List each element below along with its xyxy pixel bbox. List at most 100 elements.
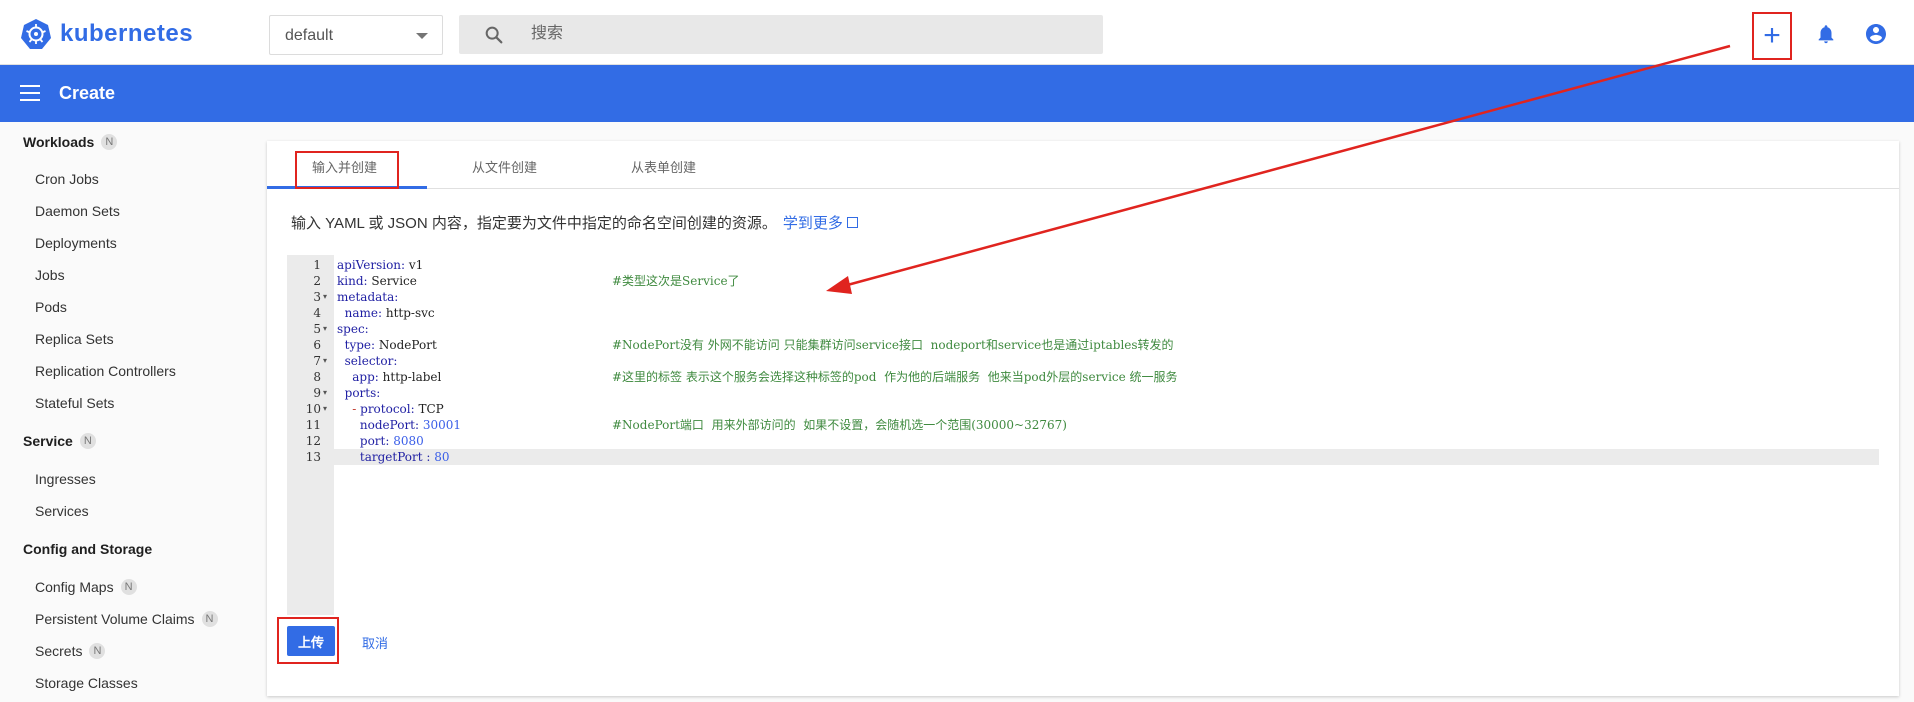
kubernetes-logo[interactable]: kubernetes [20, 17, 193, 51]
item-label: Secrets [35, 643, 83, 659]
sidebar-item-config-maps[interactable]: Config Maps N [35, 579, 137, 595]
editor-line[interactable]: 7 ▾ selector: [287, 353, 1879, 369]
page-title: Create [59, 83, 116, 103]
tab-form-create[interactable]: 从表单创建 [631, 157, 696, 176]
code-text: app: http-label [352, 370, 442, 384]
editor-line[interactable]: 8 app: http-label #这里的标签 表示这个服务会选择这种标签的po… [287, 369, 1879, 385]
code-text: nodePort: 30001 [359, 418, 462, 432]
editor-line[interactable]: 5 ▾ spec: [287, 321, 1879, 337]
fold-toggle-icon[interactable]: ▾ [323, 353, 327, 369]
code-comment: #NodePort端口 用来外部访问的 如果不设置，会随机选一个范围(30000… [612, 418, 1067, 432]
sidebar-item-replication-controllers[interactable]: Replication Controllers [35, 363, 176, 379]
hamburger-menu-icon[interactable] [20, 85, 40, 101]
account-button[interactable] [1856, 14, 1896, 54]
editor-line[interactable]: 1 apiVersion: v1 [287, 257, 1879, 273]
fold-toggle-icon[interactable]: ▾ [323, 321, 327, 337]
line-number: 6 [313, 338, 321, 352]
code-comment: #NodePort没有 外网不能访问 只能集群访问service接口 nodep… [612, 338, 1174, 352]
create-card: 输入并创建 从文件创建 从表单创建 输入 YAML 或 JSON 内容，指定要为… [267, 141, 1899, 696]
line-number: 9 [313, 386, 321, 400]
create-button[interactable]: + [1752, 12, 1792, 60]
upload-button[interactable]: 上传 [287, 626, 335, 656]
namespaced-badge: N [201, 611, 218, 627]
notifications-button[interactable] [1806, 14, 1846, 54]
description-text: 输入 YAML 或 JSON 内容，指定要为文件中指定的命名空间创建的资源。 [291, 215, 777, 232]
sidebar-item-stateful-sets[interactable]: Stateful Sets [35, 395, 114, 411]
namespaced-badge: N [120, 579, 137, 595]
line-number: 3 [313, 290, 321, 304]
sidebar-item-pods[interactable]: Pods [35, 299, 67, 315]
sidebar-item-services[interactable]: Services [35, 503, 89, 519]
line-number: 10 [305, 402, 321, 416]
namespaced-badge: N [89, 643, 106, 659]
yaml-editor[interactable]: 1 apiVersion: v1 2 kind: Service #类型这次是Servi… [287, 255, 1879, 615]
bell-icon [1818, 25, 1834, 44]
annotation-highlight-box [295, 151, 399, 189]
sidebar-item-secrets[interactable]: Secrets N [35, 643, 106, 659]
code-text: name: http-svc [344, 306, 435, 320]
namespaced-badge: N [101, 134, 118, 150]
code-comment: #这里的标签 表示这个服务会选择这种标签的pod 作为他的后端服务 他来当pod… [612, 370, 1178, 384]
cancel-button[interactable]: 取消 [362, 633, 388, 652]
fold-toggle-icon[interactable]: ▾ [323, 401, 327, 417]
code-text: - protocol: TCP [352, 402, 444, 416]
section-label: Service [23, 433, 73, 449]
editor-line[interactable]: 10 ▾ - protocol: TCP [287, 401, 1879, 417]
code-text: type: NodePort [344, 338, 437, 352]
sidebar-item-deployments[interactable]: Deployments [35, 235, 117, 251]
editor-line[interactable]: 4 name: http-svc [287, 305, 1879, 321]
sidebar-item-storage-classes[interactable]: Storage Classes [35, 675, 138, 691]
editor-line[interactable]: 2 kind: Service #类型这次是Service了 [287, 273, 1879, 289]
sidebar-section-config-storage[interactable]: Config and Storage [23, 541, 152, 557]
sidebar-section-workloads[interactable]: Workloads N [23, 134, 118, 150]
search-icon [485, 26, 503, 44]
code-text: ports: [344, 386, 381, 400]
app-name: kubernetes [60, 20, 194, 47]
code-comment: #类型这次是Service了 [612, 274, 740, 288]
editor-line[interactable]: 12 port: 8080 [287, 433, 1879, 449]
section-label: Config and Storage [23, 541, 153, 557]
sidebar-nav: Workloads N Cron Jobs Daemon Sets Deploy… [0, 122, 265, 702]
open-in-new-icon [846, 217, 858, 228]
line-number: 7 [313, 354, 321, 368]
editor-line[interactable]: 11 nodePort: 30001 #NodePort端口 用来外部访问的 如果… [287, 417, 1879, 433]
search-bar[interactable] [459, 15, 1103, 54]
line-number: 4 [313, 306, 321, 320]
fold-toggle-icon[interactable]: ▾ [323, 289, 327, 305]
sidebar-section-service[interactable]: Service N [23, 433, 96, 449]
line-number: 1 [313, 258, 321, 272]
line-number: 5 [313, 322, 321, 336]
sidebar-item-persistent-volume-claims[interactable]: Persistent Volume Claims N [35, 611, 218, 627]
kubernetes-wheel-icon [21, 19, 51, 49]
editor-line[interactable]: 9 ▾ ports: [287, 385, 1879, 401]
sidebar-item-jobs[interactable]: Jobs [35, 267, 65, 283]
editor-line[interactable]: 3 ▾ metadata: [287, 289, 1879, 305]
section-label: Workloads [23, 134, 95, 150]
account-circle-icon [1866, 24, 1886, 44]
line-number: 11 [305, 418, 321, 432]
sidebar-item-cron-jobs[interactable]: Cron Jobs [35, 171, 99, 187]
page-header: Create [0, 65, 1914, 122]
namespace-value: default [285, 27, 334, 44]
editor-line[interactable]: 6 type: NodePort #NodePort没有 外网不能访问 只能集群访… [287, 337, 1879, 353]
create-description: 输入 YAML 或 JSON 内容，指定要为文件中指定的命名空间创建的资源。 学到… [291, 212, 858, 233]
code-text: targetPort : 80 [359, 450, 450, 464]
sidebar-item-replica-sets[interactable]: Replica Sets [35, 331, 114, 347]
search-input[interactable] [531, 23, 1031, 45]
plus-icon: + [1763, 19, 1781, 52]
fold-toggle-icon[interactable]: ▾ [323, 385, 327, 401]
top-bar: kubernetes default + [0, 0, 1914, 65]
sidebar-item-ingresses[interactable]: Ingresses [35, 471, 96, 487]
namespace-select[interactable]: default [269, 15, 443, 55]
editor-line[interactable]: 13 targetPort : 80 [287, 449, 1879, 465]
item-label: Persistent Volume Claims [35, 611, 195, 627]
item-label: Config Maps [35, 579, 114, 595]
code-text: kind: Service [337, 274, 417, 288]
tab-file-create[interactable]: 从文件创建 [472, 157, 537, 176]
caret-down-icon [416, 33, 428, 39]
sidebar-item-daemon-sets[interactable]: Daemon Sets [35, 203, 120, 219]
code-text: spec: [337, 322, 369, 336]
learn-more-link[interactable]: 学到更多 [783, 215, 843, 232]
line-number: 12 [305, 434, 321, 448]
line-number: 2 [313, 274, 321, 288]
